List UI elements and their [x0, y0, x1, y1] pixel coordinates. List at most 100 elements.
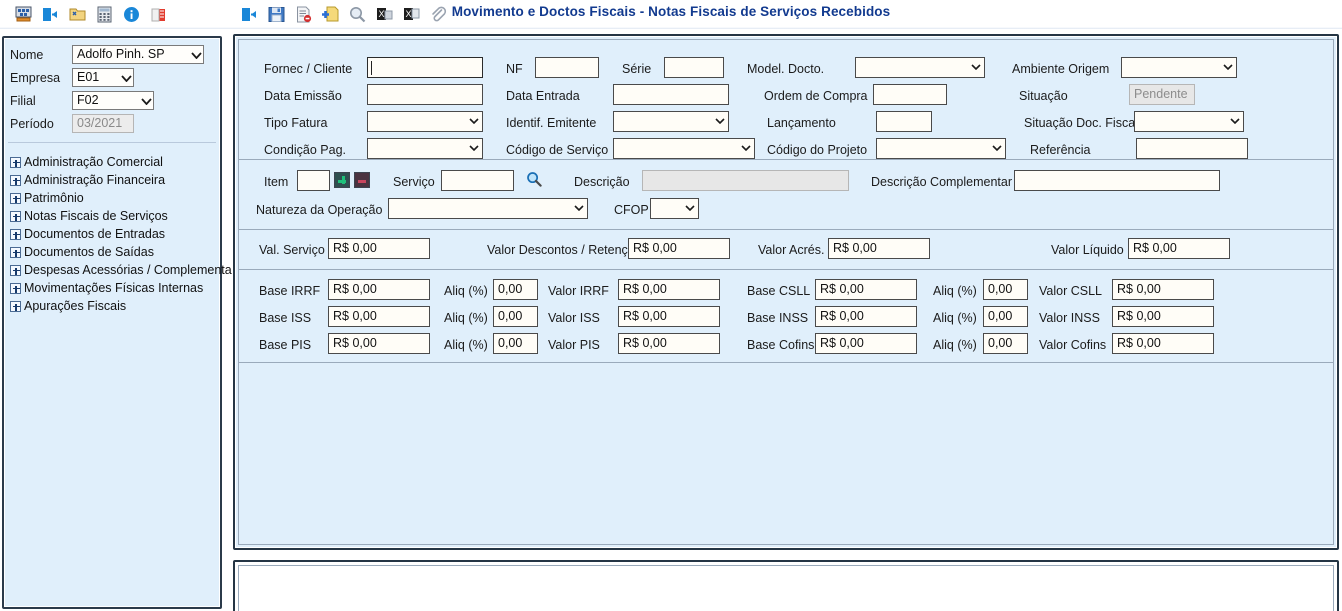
expand-plus-icon[interactable] [10, 228, 21, 240]
sidebar-item-despesas-acessorias[interactable]: Despesas Acessórias / Complementa [10, 261, 232, 279]
aliq-pis-input[interactable]: 0,00 [493, 333, 538, 354]
empresa-select[interactable]: E01 [72, 68, 134, 87]
sidebar-item-apuracoes-fiscais[interactable]: Apurações Fiscais [10, 297, 220, 315]
servico-input[interactable] [441, 170, 514, 191]
sidebar-item-movimentacoes-fisicas-internas[interactable]: Movimentações Físicas Internas [10, 279, 220, 297]
lancamento-input[interactable] [876, 111, 932, 132]
aliq-irrf-label: Aliq (%) [444, 284, 488, 298]
aliq-cofins-input[interactable]: 0,00 [983, 333, 1028, 354]
base-pis-input[interactable]: R$ 0,00 [328, 333, 430, 354]
valor-iss-label: Valor ISS [548, 311, 600, 325]
cfop-select[interactable] [650, 198, 699, 219]
expand-plus-icon[interactable] [10, 192, 21, 204]
model-docto-select[interactable] [855, 57, 985, 78]
search-icon[interactable] [526, 171, 542, 187]
ordem-compra-input[interactable] [873, 84, 947, 105]
nome-select[interactable]: Adolfo Pinh. SP [72, 45, 204, 64]
valor-acres-input[interactable]: R$ 0,00 [828, 238, 930, 259]
ambiente-origem-select[interactable] [1121, 57, 1237, 78]
valor-acres-label: Valor Acrés. [758, 243, 825, 257]
section-document-header: Fornec / Cliente NF Série Model. Docto. … [239, 40, 1333, 159]
nome-value: Adolfo Pinh. SP [77, 47, 165, 61]
valor-cofins-label: Valor Cofins [1039, 338, 1107, 352]
base-irrf-input[interactable]: R$ 0,00 [328, 279, 430, 300]
servico-label: Serviço [393, 175, 435, 189]
tree-item-label: Apurações Fiscais [24, 299, 127, 313]
base-inss-input[interactable]: R$ 0,00 [815, 306, 917, 327]
aliq-inss-label: Aliq (%) [933, 311, 977, 325]
sidebar-item-administracao-financeira[interactable]: Administração Financeira [10, 171, 220, 189]
add-item-button[interactable] [334, 172, 350, 188]
data-emissao-input[interactable] [367, 84, 483, 105]
expand-plus-icon[interactable] [10, 246, 21, 258]
valor-pis-input[interactable]: R$ 0,00 [618, 333, 720, 354]
sidebar-item-notas-fiscais-de-servicos[interactable]: Notas Fiscais de Serviços [10, 207, 220, 225]
section-item-service: Item Serviço Descrição Descrição Complem… [239, 159, 1333, 229]
natureza-operacao-select[interactable] [388, 198, 588, 219]
expand-plus-icon[interactable] [10, 210, 21, 222]
aliq-inss-input[interactable]: 0,00 [983, 306, 1028, 327]
bottom-grid-panel[interactable] [233, 560, 1339, 611]
nf-input[interactable] [535, 57, 599, 78]
aliq-irrf-input[interactable]: 0,00 [493, 279, 538, 300]
base-iss-label: Base ISS [259, 311, 312, 325]
descricao-complementar-input[interactable] [1014, 170, 1220, 191]
valor-descontos-label: Valor Descontos / Retenção [487, 243, 642, 257]
valor-inss-input[interactable]: R$ 0,00 [1112, 306, 1214, 327]
tree-item-label: Documentos de Saídas [24, 245, 154, 259]
chevron-down-icon [1230, 118, 1240, 124]
valor-iss-input[interactable]: R$ 0,00 [618, 306, 720, 327]
filial-value: F02 [77, 93, 99, 107]
aliq-iss-input[interactable]: 0,00 [493, 306, 538, 327]
valor-cofins-input[interactable]: R$ 0,00 [1112, 333, 1214, 354]
left-sidebar: Nome Adolfo Pinh. SP Empresa E01 Filial … [2, 36, 232, 609]
valor-irrf-input[interactable]: R$ 0,00 [618, 279, 720, 300]
codigo-projeto-select[interactable] [876, 138, 1006, 159]
situacao-doc-fiscal-select[interactable] [1134, 111, 1244, 132]
situacao-doc-fiscal-label: Situação Doc. Fiscal [1024, 116, 1138, 130]
fornec-cliente-input[interactable] [367, 57, 483, 78]
base-cofins-input[interactable]: R$ 0,00 [815, 333, 917, 354]
chevron-down-icon [574, 205, 584, 211]
identif-emitente-select[interactable] [613, 111, 729, 132]
tipo-fatura-select[interactable] [367, 111, 483, 132]
expand-plus-icon[interactable] [10, 264, 21, 276]
base-csll-input[interactable]: R$ 0,00 [815, 279, 917, 300]
filial-select[interactable]: F02 [72, 91, 154, 110]
descricao-display [642, 170, 849, 191]
sidebar-item-administracao-comercial[interactable]: Administração Comercial [10, 153, 220, 171]
expand-plus-icon[interactable] [10, 174, 21, 186]
sidebar-item-documentos-de-entradas[interactable]: Documentos de Entradas [10, 225, 220, 243]
item-label: Item [264, 175, 289, 189]
nome-label: Nome [10, 47, 44, 62]
sidebar-item-documentos-de-saidas[interactable]: Documentos de Saídas [10, 243, 220, 261]
chevron-down-icon [1223, 64, 1233, 70]
base-irrf-label: Base IRRF [259, 284, 321, 298]
valor-liquido-label: Valor Líquido [1051, 243, 1124, 257]
chevron-down-icon [469, 145, 479, 151]
periodo-value: 03/2021 [72, 114, 134, 133]
valor-csll-input[interactable]: R$ 0,00 [1112, 279, 1214, 300]
referencia-input[interactable] [1136, 138, 1248, 159]
chevron-down-icon [191, 52, 202, 59]
empresa-label: Empresa [10, 70, 61, 85]
valor-descontos-input[interactable]: R$ 0,00 [628, 238, 730, 259]
serie-input[interactable] [664, 57, 724, 78]
valor-liquido-input[interactable]: R$ 0,00 [1128, 238, 1230, 259]
codigo-servico-select[interactable] [613, 138, 755, 159]
data-entrada-input[interactable] [613, 84, 729, 105]
condicao-pag-select[interactable] [367, 138, 483, 159]
valor-csll-label: Valor CSLL [1039, 284, 1102, 298]
expand-plus-icon[interactable] [10, 300, 21, 312]
remove-item-button[interactable] [354, 172, 370, 188]
aliq-csll-input[interactable]: 0,00 [983, 279, 1028, 300]
base-iss-input[interactable]: R$ 0,00 [328, 306, 430, 327]
expand-plus-icon[interactable] [10, 282, 21, 294]
val-servico-input[interactable]: R$ 0,00 [328, 238, 430, 259]
codigo-servico-label: Código de Serviço [506, 143, 609, 157]
sidebar-item-patrimonio[interactable]: Patrimônio [10, 189, 220, 207]
expand-plus-icon[interactable] [10, 156, 21, 168]
filial-label: Filial [10, 93, 36, 108]
top-toolbar: X X Movimento e Doctos Fiscais - Notas F… [0, 0, 1342, 28]
item-input[interactable] [297, 170, 330, 191]
